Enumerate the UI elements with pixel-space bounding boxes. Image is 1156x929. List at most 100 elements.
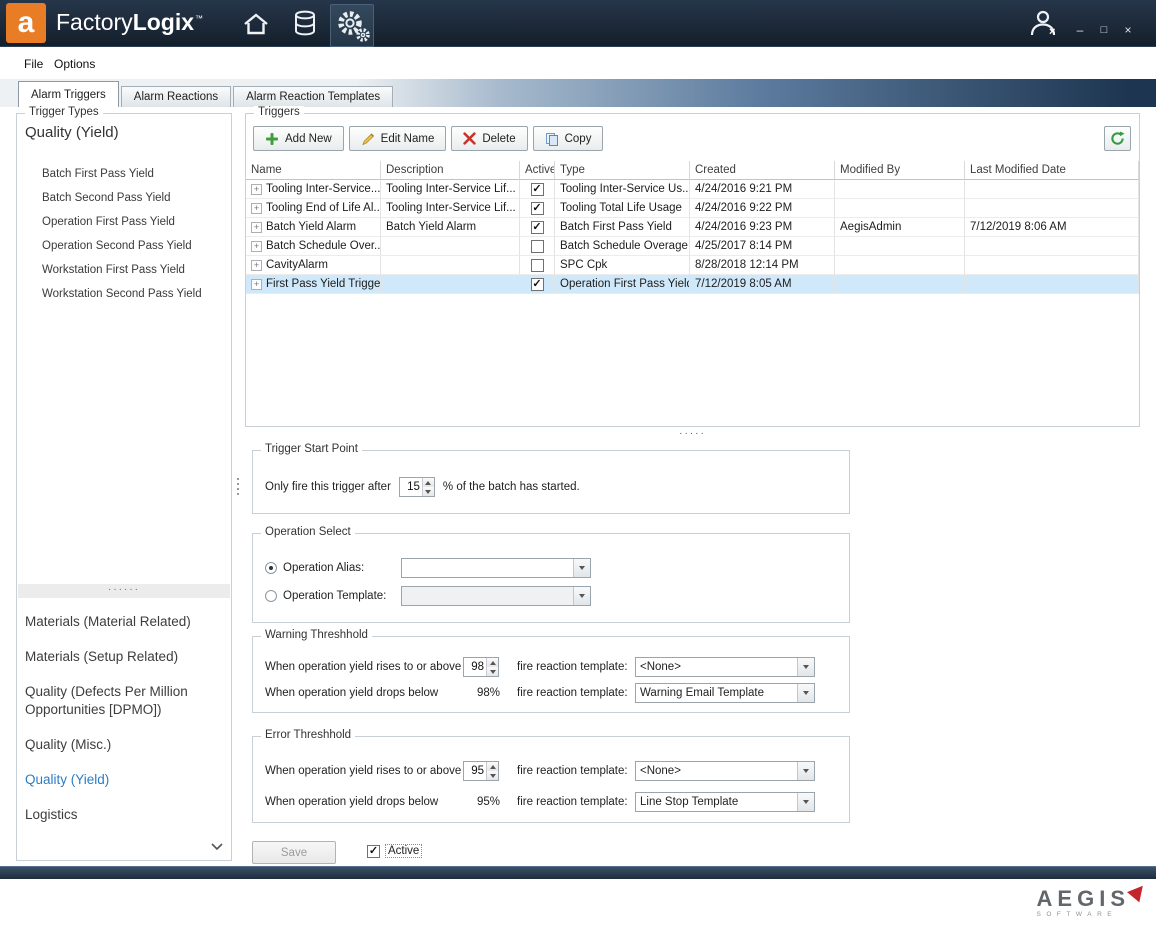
error-rises-template-combo[interactable]: <None> xyxy=(635,761,815,781)
category-materials-material-related[interactable]: Materials (Material Related) xyxy=(25,613,223,631)
refresh-button[interactable] xyxy=(1104,126,1131,151)
expand-icon[interactable]: + xyxy=(251,241,262,252)
settings-nav-button[interactable] xyxy=(330,4,374,47)
operation-alias-combo[interactable] xyxy=(401,558,591,578)
operation-alias-radio[interactable] xyxy=(265,562,277,574)
tree-item-workstation-first-pass-yield[interactable]: Workstation First Pass Yield xyxy=(17,258,231,282)
operation-template-combo[interactable] xyxy=(401,586,591,606)
expand-icon[interactable]: + xyxy=(251,203,262,214)
spin-up-icon[interactable] xyxy=(423,478,434,487)
expand-icon[interactable]: + xyxy=(251,279,262,290)
active-checkbox[interactable]: ✓ xyxy=(531,221,544,234)
column-header-description[interactable]: Description xyxy=(381,161,520,180)
operation-template-radio[interactable] xyxy=(265,590,277,602)
save-button[interactable]: Save xyxy=(252,841,336,864)
batch-percent-value[interactable]: 15 xyxy=(400,478,422,496)
menu-file[interactable]: File xyxy=(24,57,43,71)
active-checkbox-label[interactable]: Active xyxy=(385,844,422,858)
column-header-modified-by[interactable]: Modified By xyxy=(835,161,965,180)
dropdown-arrow-icon[interactable] xyxy=(797,793,814,811)
column-header-created[interactable]: Created xyxy=(690,161,835,180)
category-list: Materials (Material Related) Materials (… xyxy=(25,613,223,841)
spin-down-icon[interactable] xyxy=(423,487,434,496)
spin-up-icon[interactable] xyxy=(487,658,498,667)
category-quality-yield-header[interactable]: Quality (Yield) xyxy=(25,124,119,141)
spin-down-icon[interactable] xyxy=(487,667,498,676)
add-new-label: Add New xyxy=(285,133,332,145)
tab-alarm-triggers[interactable]: Alarm Triggers xyxy=(18,81,119,107)
active-checkbox[interactable]: ✓ xyxy=(367,845,380,858)
minimize-button[interactable]: – xyxy=(1072,23,1088,38)
cell-name: +Batch Yield Alarm xyxy=(246,218,381,237)
active-checkbox[interactable] xyxy=(531,240,544,253)
column-header-last-modified-date[interactable]: Last Modified Date xyxy=(965,161,1139,180)
dropdown-arrow-icon[interactable] xyxy=(573,587,590,605)
cell-description xyxy=(381,237,520,256)
cell-type: Tooling Inter-Service Us... xyxy=(555,180,690,199)
active-checkbox[interactable]: ✓ xyxy=(531,202,544,215)
cell-created: 8/28/2018 12:14 PM xyxy=(690,256,835,275)
brand-logix: Logix xyxy=(133,9,194,35)
dropdown-arrow-icon[interactable] xyxy=(797,684,814,702)
spin-up-icon[interactable] xyxy=(487,762,498,771)
dropdown-arrow-icon[interactable] xyxy=(573,559,590,577)
category-quality-yield[interactable]: Quality (Yield) xyxy=(25,771,223,789)
category-quality-misc[interactable]: Quality (Misc.) xyxy=(25,736,223,754)
tree-item-operation-second-pass-yield[interactable]: Operation Second Pass Yield xyxy=(17,234,231,258)
add-icon xyxy=(265,132,279,146)
database-icon[interactable] xyxy=(293,10,317,42)
warning-rises-value[interactable]: 98 xyxy=(464,658,486,676)
warning-drops-template-combo[interactable]: Warning Email Template xyxy=(635,683,815,703)
spin-down-icon[interactable] xyxy=(487,771,498,780)
category-quality-dpmo[interactable]: Quality (Defects Per Million Opportuniti… xyxy=(25,683,223,719)
error-rises-spinner[interactable]: 95 xyxy=(463,761,499,781)
operation-template-label[interactable]: Operation Template: xyxy=(283,590,401,602)
active-checkbox[interactable]: ✓ xyxy=(531,278,544,291)
tree-item-operation-first-pass-yield[interactable]: Operation First Pass Yield xyxy=(17,210,231,234)
add-new-button[interactable]: Add New xyxy=(253,126,344,151)
dropdown-arrow-icon[interactable] xyxy=(797,658,814,676)
error-drops-fire-label: fire reaction template: xyxy=(517,796,635,808)
tab-alarm-reactions[interactable]: Alarm Reactions xyxy=(121,86,231,107)
tree-item-workstation-second-pass-yield[interactable]: Workstation Second Pass Yield xyxy=(17,282,231,306)
horizontal-splitter[interactable]: ····· xyxy=(245,428,1140,439)
category-splitter[interactable]: ······ xyxy=(18,584,230,598)
warning-rises-spinner[interactable]: 98 xyxy=(463,657,499,677)
delete-button[interactable]: Delete xyxy=(451,126,527,151)
cell-last-modified-date xyxy=(965,256,1139,275)
application-window: a FactoryLogix™ × – □ × File Options xyxy=(0,0,1156,929)
close-button[interactable]: × xyxy=(1120,23,1136,38)
active-checkbox[interactable] xyxy=(531,259,544,272)
warning-drops-fire-label: fire reaction template: xyxy=(517,687,635,699)
cell-name-text: CavityAlarm xyxy=(266,259,328,271)
cell-name: +Tooling Inter-Service... xyxy=(246,180,381,199)
edit-name-button[interactable]: Edit Name xyxy=(349,126,447,151)
expand-icon[interactable]: + xyxy=(251,222,262,233)
column-header-active[interactable]: Active xyxy=(520,161,555,180)
tree-item-batch-second-pass-yield[interactable]: Batch Second Pass Yield xyxy=(17,186,231,210)
column-header-type[interactable]: Type xyxy=(555,161,690,180)
vertical-drag-handle[interactable] xyxy=(237,478,239,495)
warning-rises-template-combo[interactable]: <None> xyxy=(635,657,815,677)
column-header-name[interactable]: Name xyxy=(246,161,381,180)
home-icon[interactable] xyxy=(243,12,269,41)
error-rises-value[interactable]: 95 xyxy=(464,762,486,780)
scroll-down-icon[interactable] xyxy=(211,837,223,855)
error-drops-template-combo[interactable]: Line Stop Template xyxy=(635,792,815,812)
operation-alias-label[interactable]: Operation Alias: xyxy=(283,562,401,574)
tab-alarm-reaction-templates[interactable]: Alarm Reaction Templates xyxy=(233,86,393,107)
menu-options[interactable]: Options xyxy=(54,57,95,71)
category-materials-setup-related[interactable]: Materials (Setup Related) xyxy=(25,648,223,666)
expand-icon[interactable]: + xyxy=(251,184,262,195)
operation-select-box: Operation Select Operation Alias: Operat… xyxy=(252,533,850,623)
edit-name-label: Edit Name xyxy=(381,133,435,145)
copy-button[interactable]: Copy xyxy=(533,126,604,151)
expand-icon[interactable]: + xyxy=(251,260,262,271)
maximize-button[interactable]: □ xyxy=(1096,23,1112,38)
operation-alias-row: Operation Alias: xyxy=(265,558,591,578)
category-logistics[interactable]: Logistics xyxy=(25,806,223,824)
batch-percent-spinner[interactable]: 15 xyxy=(399,477,435,497)
dropdown-arrow-icon[interactable] xyxy=(797,762,814,780)
active-checkbox[interactable]: ✓ xyxy=(531,183,544,196)
tree-item-batch-first-pass-yield[interactable]: Batch First Pass Yield xyxy=(17,162,231,186)
